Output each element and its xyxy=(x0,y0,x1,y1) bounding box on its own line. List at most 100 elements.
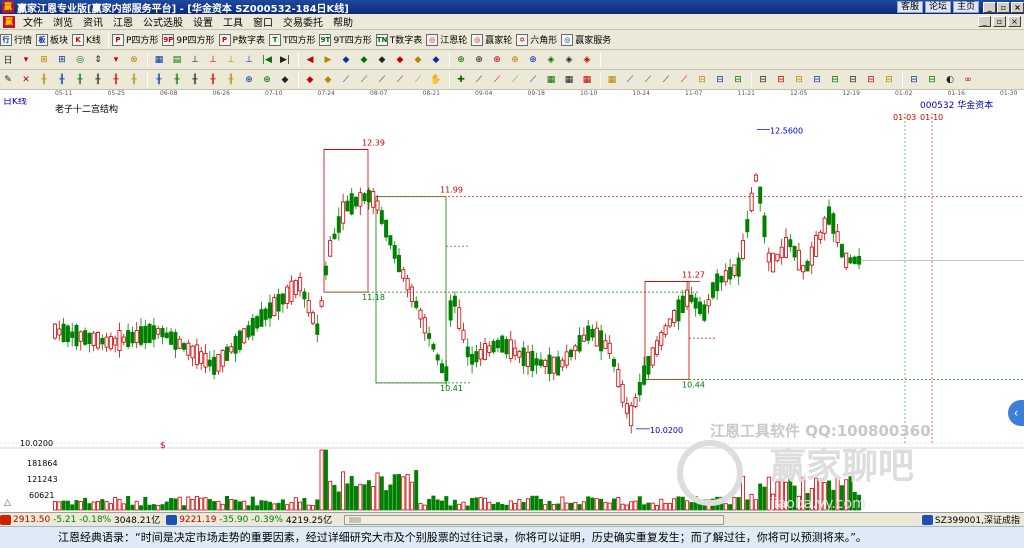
shanghai-index-status[interactable]: 2913.50 -5.21 -0.18% 3048.21亿 xyxy=(0,513,160,526)
toolbar-9p-square-button[interactable]: 9P 9P四方形 xyxy=(162,33,215,46)
drawing-tool-icon[interactable]: ╫ xyxy=(90,73,106,87)
drawing-tool-icon[interactable]: ⟋ xyxy=(676,73,692,87)
toolbar-winner-service-button[interactable]: ◎ 赢家服务 xyxy=(561,33,611,46)
kline-chart-svg[interactable]: 日K线 老子十二宫结构 000532 华金资本 01-03 01-10 12.39… xyxy=(0,98,1024,512)
drawing-tool-icon[interactable]: ╫ xyxy=(126,73,142,87)
toolbar-winner-wheel-button[interactable]: ◎ 赢家轮 xyxy=(471,33,512,46)
chart-tool-icon[interactable]: ◈ xyxy=(543,53,559,67)
drawing-tool-icon[interactable]: ▦ xyxy=(604,73,620,87)
chart-scrollbar-thumb[interactable] xyxy=(349,516,362,523)
drawing-tool-icon[interactable]: ⟋ xyxy=(640,73,656,87)
toolbar-p-table-button[interactable]: P P数字表 xyxy=(218,33,265,46)
drawing-tool-icon[interactable]: ⊟ xyxy=(881,73,897,87)
drawing-tool-icon[interactable]: ⟋ xyxy=(356,73,372,87)
menu-settings[interactable]: 设置 xyxy=(188,14,218,29)
drawing-tool-icon[interactable]: ╫ xyxy=(223,73,239,87)
chart-tool-icon[interactable]: ◆ xyxy=(410,53,426,67)
drawing-tool-icon[interactable]: ⊟ xyxy=(906,73,922,87)
chart-tool-icon[interactable]: ◆ xyxy=(392,53,408,67)
volume-scroll-up-icon[interactable]: △ xyxy=(4,498,11,508)
drawing-tool-icon[interactable]: ⟋ xyxy=(338,73,354,87)
chart-tool-icon[interactable]: ◆ xyxy=(428,53,444,67)
chart-tool-icon[interactable]: ⊕ xyxy=(525,53,541,67)
chart-tool-icon[interactable]: ⊥ xyxy=(187,53,203,67)
menu-info[interactable]: 资讯 xyxy=(78,14,108,29)
mdi-restore-button[interactable]: ▫ xyxy=(993,16,1006,27)
drawing-tool-icon[interactable]: ∞ xyxy=(960,73,976,87)
link-home[interactable]: 主页 xyxy=(952,1,979,13)
drawing-tool-icon[interactable]: ╫ xyxy=(72,73,88,87)
link-kefu[interactable]: 客服 xyxy=(896,1,923,13)
drawing-tool-icon[interactable]: ⟋ xyxy=(525,73,541,87)
chart-tool-icon[interactable]: ⊞ xyxy=(36,53,52,67)
chart-tool-icon[interactable]: ◆ xyxy=(338,53,354,67)
drawing-tool-icon[interactable]: ╫ xyxy=(108,73,124,87)
drawing-tool-icon[interactable]: ◆ xyxy=(277,73,293,87)
drawing-tool-icon[interactable]: ⊕ xyxy=(241,73,257,87)
chart-tool-icon[interactable]: 日 xyxy=(0,53,16,67)
chart-tool-icon[interactable]: ◎ xyxy=(72,53,88,67)
toolbar-p-square-button[interactable]: P P四方形 xyxy=(111,33,158,46)
drawing-tool-icon[interactable]: ⟋ xyxy=(658,73,674,87)
mdi-close-button[interactable]: × xyxy=(1008,16,1021,27)
toolbar-gann-wheel-button[interactable]: ◎ 江恩轮 xyxy=(426,33,467,46)
drawing-tool-icon[interactable]: ⊟ xyxy=(845,73,861,87)
maximize-button[interactable]: ▫ xyxy=(997,1,1010,13)
menu-window[interactable]: 窗口 xyxy=(248,14,278,29)
toolbar-kline-button[interactable]: K K线 xyxy=(72,33,101,46)
mdi-minimize-button[interactable]: _ xyxy=(978,16,991,27)
drawing-tool-icon[interactable]: ⟋ xyxy=(489,73,505,87)
chart-tool-icon[interactable]: ⊥ xyxy=(205,53,221,67)
toolbar-quotes-button[interactable]: 行行情 xyxy=(0,33,32,46)
toolbar-sector-button[interactable]: 板板块 xyxy=(36,33,68,46)
index-switch-icon[interactable] xyxy=(921,514,933,525)
chart-tool-icon[interactable]: ⊥ xyxy=(223,53,239,67)
drawing-tool-icon[interactable]: ⟋ xyxy=(410,73,426,87)
drawing-tool-icon[interactable]: ▦ xyxy=(561,73,577,87)
drawing-tool-icon[interactable]: ⟋ xyxy=(507,73,523,87)
drawing-tool-icon[interactable]: ✋ xyxy=(428,73,444,87)
drawing-tool-icon[interactable]: ╫ xyxy=(54,73,70,87)
toolbar-hexagon-button[interactable]: ✡ 六角形 xyxy=(516,33,557,46)
drawing-tool-icon[interactable]: ◆ xyxy=(320,73,336,87)
chart-tool-icon[interactable]: |◀ xyxy=(259,53,275,67)
close-button[interactable]: × xyxy=(1011,1,1024,13)
chart-tool-icon[interactable]: ⊕ xyxy=(453,53,469,67)
chart-tool-icon[interactable]: ⊞ xyxy=(54,53,70,67)
toolbar-9t-square-button[interactable]: 9T 9T四方形 xyxy=(319,33,372,46)
drawing-tool-icon[interactable]: ⊟ xyxy=(924,73,940,87)
chart-tool-icon[interactable]: ⊗ xyxy=(126,53,142,67)
toolbar-t-table-button[interactable]: TN T数字表 xyxy=(375,33,422,46)
drawing-tool-icon[interactable]: ⊟ xyxy=(809,73,825,87)
chart-tool-icon[interactable]: ▶| xyxy=(277,53,293,67)
drawing-tool-icon[interactable]: ╫ xyxy=(187,73,203,87)
menu-tools[interactable]: 工具 xyxy=(218,14,248,29)
menu-help[interactable]: 帮助 xyxy=(328,14,358,29)
drawing-tool-icon[interactable]: ╫ xyxy=(205,73,221,87)
drawing-tool-icon[interactable]: ⊟ xyxy=(694,73,710,87)
drawing-tool-icon[interactable]: ⊟ xyxy=(712,73,728,87)
menu-formula[interactable]: 公式选股 xyxy=(138,14,188,29)
drawing-tool-icon[interactable]: ✎ xyxy=(0,73,16,87)
chart-tool-icon[interactable]: ⊕ xyxy=(489,53,505,67)
chart-tool-icon[interactable]: ◀ xyxy=(302,53,318,67)
drawing-tool-icon[interactable]: ⊟ xyxy=(773,73,789,87)
chart-tool-icon[interactable]: ◈ xyxy=(561,53,577,67)
drawing-tool-icon[interactable]: ⟋ xyxy=(471,73,487,87)
drawing-tool-icon[interactable]: ⊟ xyxy=(730,73,746,87)
drawing-tool-icon[interactable]: ⟋ xyxy=(622,73,638,87)
chart-tool-icon[interactable]: ▦ xyxy=(151,53,167,67)
chart-tool-icon[interactable]: ⊕ xyxy=(471,53,487,67)
chart-tool-icon[interactable]: ▤ xyxy=(169,53,185,67)
drawing-tool-icon[interactable]: ╫ xyxy=(151,73,167,87)
chart-tool-icon[interactable]: ⇕ xyxy=(90,53,106,67)
drawing-tool-icon[interactable]: ⊟ xyxy=(863,73,879,87)
drawing-tool-icon[interactable]: ▦ xyxy=(579,73,595,87)
chart-tool-icon[interactable]: ◈ xyxy=(579,53,595,67)
drawing-tool-icon[interactable]: ⊟ xyxy=(791,73,807,87)
shenzhen-index-status[interactable]: 9221.19 -35.90 -0.39% 4219.25亿 xyxy=(166,513,332,526)
chart-tool-icon[interactable]: ◆ xyxy=(374,53,390,67)
minimize-button[interactable]: _ xyxy=(983,1,996,13)
drawing-tool-icon[interactable]: ✕ xyxy=(18,73,34,87)
chart-tool-icon[interactable]: ▾ xyxy=(108,53,124,67)
